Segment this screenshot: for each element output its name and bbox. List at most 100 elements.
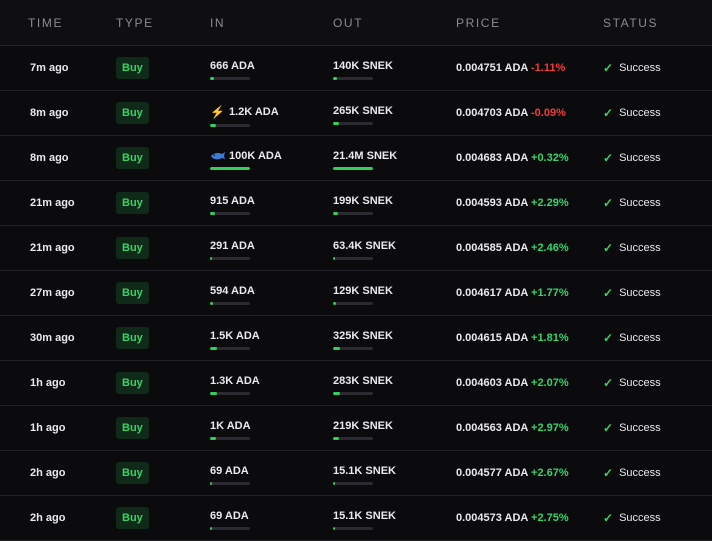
trade-type-badge: Buy: [116, 192, 149, 214]
out-volume-bar: [333, 257, 373, 260]
trade-type-badge: Buy: [116, 417, 149, 439]
trade-status: ✓ Success: [603, 466, 661, 480]
trade-in: 1K ADA: [210, 420, 251, 440]
trade-out: 63.4K SNEK: [333, 240, 396, 260]
trade-in-amount: 1.3K ADA: [210, 375, 260, 387]
out-volume-fill: [333, 347, 341, 350]
price-change: -1.11%: [531, 62, 566, 74]
table-row[interactable]: 1h ago Buy 1K ADA 219K SNEK 0.004563 ADA +2.…: [0, 406, 712, 451]
trade-in: 69 ADA: [210, 465, 250, 485]
out-volume-fill: [333, 77, 337, 80]
trade-price: 0.004751 ADA -1.11%: [456, 62, 566, 74]
table-row[interactable]: 1h ago Buy 1.3K ADA 283K SNEK 0.004603 ADA +…: [0, 361, 712, 406]
trade-time: 8m ago: [30, 107, 69, 119]
in-volume-bar: [210, 167, 250, 170]
in-volume-bar: [210, 124, 250, 127]
header-type[interactable]: TYPE: [116, 16, 154, 30]
check-icon: ✓: [603, 466, 614, 480]
header-in[interactable]: IN: [210, 16, 225, 30]
trade-out: 199K SNEK: [333, 195, 393, 215]
trade-out: 21.4M SNEK: [333, 150, 397, 170]
trade-out-amount: 140K SNEK: [333, 60, 393, 72]
table-row[interactable]: 2h ago Buy 69 ADA 15.1K SNEK 0.004573 ADA +2…: [0, 496, 712, 541]
trade-status: ✓ Success: [603, 241, 661, 255]
table-header: TIME TYPE IN OUT PRICE STATUS: [0, 0, 712, 46]
trade-out-amount: 219K SNEK: [333, 420, 393, 432]
in-volume-bar: [210, 77, 250, 80]
out-volume-fill: [333, 437, 339, 440]
price-change: +2.97%: [531, 422, 569, 434]
price-change: -0.09%: [531, 107, 566, 119]
trade-time: 21m ago: [30, 242, 75, 254]
price-change: +2.67%: [531, 467, 569, 479]
trade-out-amount: 129K SNEK: [333, 285, 393, 297]
table-body: 7m ago Buy 666 ADA 140K SNEK 0.004751 ADA -1…: [0, 46, 712, 541]
header-out[interactable]: OUT: [333, 16, 363, 30]
in-volume-fill: [210, 302, 214, 305]
trade-status: ✓ Success: [603, 376, 661, 390]
trade-out-amount: 325K SNEK: [333, 330, 393, 342]
trade-time: 2h ago: [30, 512, 66, 524]
trade-status: ✓ Success: [603, 61, 661, 75]
trade-out-amount: 283K SNEK: [333, 375, 393, 387]
trade-in-amount: 1.2K ADA: [228, 106, 279, 118]
trade-in-amount: 1.5K ADA: [210, 330, 260, 342]
trade-type-badge: Buy: [116, 372, 149, 394]
out-volume-fill: [333, 167, 373, 170]
table-row[interactable]: 21m ago Buy 915 ADA 199K SNEK 0.004593 ADA +…: [0, 181, 712, 226]
trade-time: 8m ago: [30, 152, 69, 164]
table-row[interactable]: 21m ago Buy 291 ADA 63.4K SNEK 0.004585 ADA …: [0, 226, 712, 271]
header-price[interactable]: PRICE: [456, 16, 501, 30]
trade-out: 219K SNEK: [333, 420, 393, 440]
check-icon: ✓: [603, 151, 614, 165]
price-change: +2.07%: [531, 377, 569, 389]
trade-type-badge: Buy: [116, 282, 149, 304]
trade-type-badge: Buy: [116, 462, 149, 484]
table-row[interactable]: 7m ago Buy 666 ADA 140K SNEK 0.004751 ADA -1…: [0, 46, 712, 91]
price-change: +2.46%: [531, 242, 569, 254]
header-time[interactable]: TIME: [28, 16, 63, 30]
table-row[interactable]: 8m ago Buy 100K ADA 21.4M SNEK 0.004683 ADA …: [0, 136, 712, 181]
trade-out: 140K SNEK: [333, 60, 393, 80]
table-row[interactable]: 2h ago Buy 69 ADA 15.1K SNEK 0.004577 ADA +2…: [0, 451, 712, 496]
trade-out-amount: 15.1K SNEK: [333, 465, 396, 477]
out-volume-bar: [333, 77, 373, 80]
trade-in-amount: 69 ADA: [210, 465, 249, 477]
trade-out: 15.1K SNEK: [333, 510, 396, 530]
trade-in-amount: 666 ADA: [210, 60, 255, 72]
in-volume-fill: [210, 212, 215, 215]
check-icon: ✓: [603, 241, 614, 255]
table-row[interactable]: 8m ago Buy ⚡ 1.2K ADA 265K SNEK 0.004703 ADA …: [0, 91, 712, 136]
trade-out-amount: 199K SNEK: [333, 195, 393, 207]
trade-status: ✓ Success: [603, 106, 661, 120]
trade-out: 129K SNEK: [333, 285, 393, 305]
out-volume-fill: [333, 482, 335, 485]
trades-table: TIME TYPE IN OUT PRICE STATUS 7m ago Buy 6…: [0, 0, 712, 541]
trade-status: ✓ Success: [603, 286, 661, 300]
trade-in-amount: 1K ADA: [210, 420, 251, 432]
out-volume-fill: [333, 122, 339, 125]
trade-type-badge: Buy: [116, 102, 149, 124]
check-icon: ✓: [603, 376, 614, 390]
table-row[interactable]: 27m ago Buy 594 ADA 129K SNEK 0.004617 ADA +…: [0, 271, 712, 316]
out-volume-fill: [333, 302, 337, 305]
trade-out: 265K SNEK: [333, 105, 393, 125]
table-row[interactable]: 30m ago Buy 1.5K ADA 325K SNEK 0.004615 ADA …: [0, 316, 712, 361]
out-volume-bar: [333, 122, 373, 125]
check-icon: ✓: [603, 286, 614, 300]
trade-status: ✓ Success: [603, 511, 661, 525]
in-volume-bar: [210, 392, 250, 395]
trade-in-amount: 69 ADA: [210, 510, 249, 522]
header-status[interactable]: STATUS: [603, 16, 658, 30]
trade-in-amount: 291 ADA: [210, 240, 255, 252]
trade-out-amount: 63.4K SNEK: [333, 240, 396, 252]
trade-time: 1h ago: [30, 422, 66, 434]
in-volume-fill: [210, 347, 218, 350]
out-volume-bar: [333, 527, 373, 530]
price-change: +1.77%: [531, 287, 569, 299]
out-volume-bar: [333, 347, 373, 350]
in-volume-fill: [210, 437, 216, 440]
check-icon: ✓: [603, 61, 614, 75]
trade-type-badge: Buy: [116, 147, 149, 169]
check-icon: ✓: [603, 106, 614, 120]
